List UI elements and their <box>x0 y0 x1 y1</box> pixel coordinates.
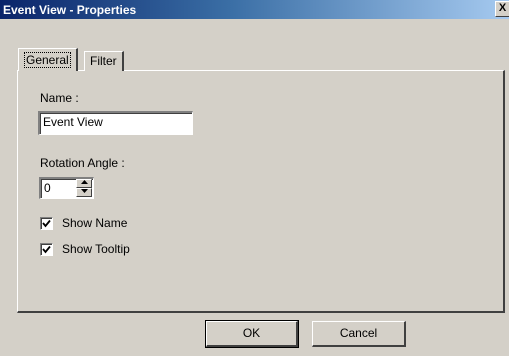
title-bar[interactable]: Event View - Properties X <box>0 0 509 19</box>
tab-general[interactable]: General <box>18 48 78 71</box>
tab-filter[interactable]: Filter <box>84 51 124 71</box>
tab-panel-general <box>17 70 505 313</box>
properties-dialog: Event View - Properties X General Filter… <box>0 0 509 356</box>
cancel-button[interactable]: Cancel <box>312 321 406 347</box>
tab-general-label: General <box>24 52 71 68</box>
ok-button[interactable]: OK <box>205 320 299 348</box>
close-button[interactable]: X <box>495 1 509 17</box>
close-icon: X <box>498 2 507 14</box>
window-title: Event View - Properties <box>3 3 137 17</box>
tab-filter-label: Filter <box>90 54 117 68</box>
